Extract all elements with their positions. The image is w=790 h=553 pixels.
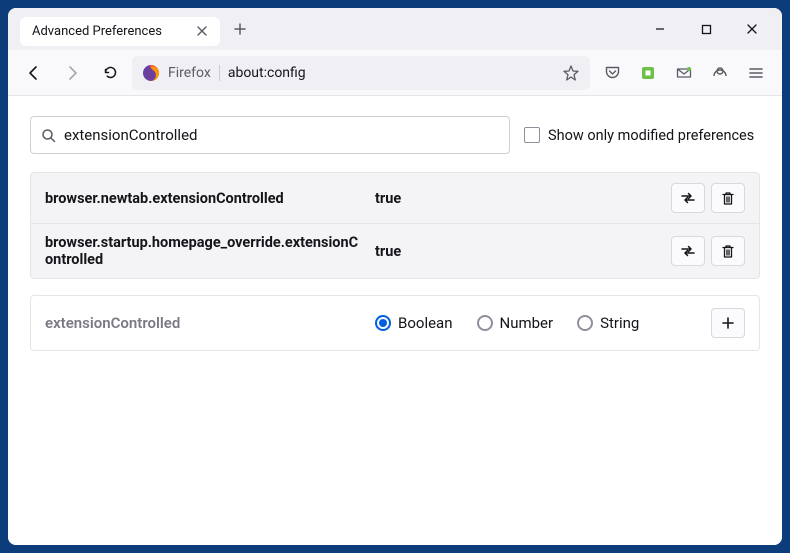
add-button[interactable] [711,308,745,338]
row-actions [671,236,745,266]
url-bar[interactable]: Firefox about:config [132,56,590,90]
new-pref-name: extensionControlled [45,314,365,332]
back-button[interactable] [18,57,50,89]
window-controls [638,13,774,45]
tab-active[interactable]: Advanced Preferences [20,17,220,46]
checkbox-icon [524,127,540,143]
menu-icon[interactable] [740,57,772,89]
show-modified-checkbox[interactable]: Show only modified preferences [524,127,754,144]
search-icon [41,128,56,143]
radio-icon [477,315,493,331]
radio-label: Number [500,314,554,332]
new-tab-button[interactable] [226,15,254,43]
identity-label: Firefox [168,65,220,81]
radio-number[interactable]: Number [477,314,554,332]
toolbar-right-icons [596,57,772,89]
type-radio-group: Boolean Number String [375,314,701,332]
firefox-icon [142,64,160,82]
forward-button[interactable] [56,57,88,89]
pref-name: browser.newtab.extensionControlled [45,190,365,207]
minimize-button[interactable] [638,13,682,45]
pref-value: true [375,243,661,260]
maximize-button[interactable] [684,13,728,45]
reload-button[interactable] [94,57,126,89]
delete-button[interactable] [711,183,745,213]
search-box[interactable] [30,116,510,154]
prefs-table: browser.newtab.extensionControlled true … [30,172,760,279]
pref-value: true [375,190,661,207]
url-text: about:config [228,65,306,81]
radio-icon [375,315,391,331]
add-pref-row: extensionControlled Boolean Number Strin… [30,295,760,351]
tab-title: Advanced Preferences [32,24,162,39]
delete-button[interactable] [711,236,745,266]
titlebar: Advanced Preferences [8,8,782,50]
mail-icon[interactable] [668,57,700,89]
close-icon[interactable] [196,25,208,37]
row-actions [671,183,745,213]
radio-label: String [600,314,639,332]
pref-row: browser.startup.homepage_override.extens… [31,223,759,278]
radio-label: Boolean [398,314,453,332]
search-input[interactable] [64,126,499,144]
browser-window: Advanced Preferences [8,8,782,545]
toggle-button[interactable] [671,236,705,266]
extension-icon[interactable] [632,57,664,89]
radio-string[interactable]: String [577,314,639,332]
pocket-icon[interactable] [596,57,628,89]
close-window-button[interactable] [730,13,774,45]
search-row: Show only modified preferences [30,116,760,154]
pref-row: browser.newtab.extensionControlled true [31,173,759,223]
show-modified-label: Show only modified preferences [548,127,754,144]
pref-name: browser.startup.homepage_override.extens… [45,234,365,268]
radio-boolean[interactable]: Boolean [375,314,453,332]
account-icon[interactable] [704,57,736,89]
toggle-button[interactable] [671,183,705,213]
about-config-content: Show only modified preferences browser.n… [8,96,782,545]
bookmark-star-icon[interactable] [562,64,580,82]
radio-icon [577,315,593,331]
nav-toolbar: Firefox about:config [8,50,782,96]
